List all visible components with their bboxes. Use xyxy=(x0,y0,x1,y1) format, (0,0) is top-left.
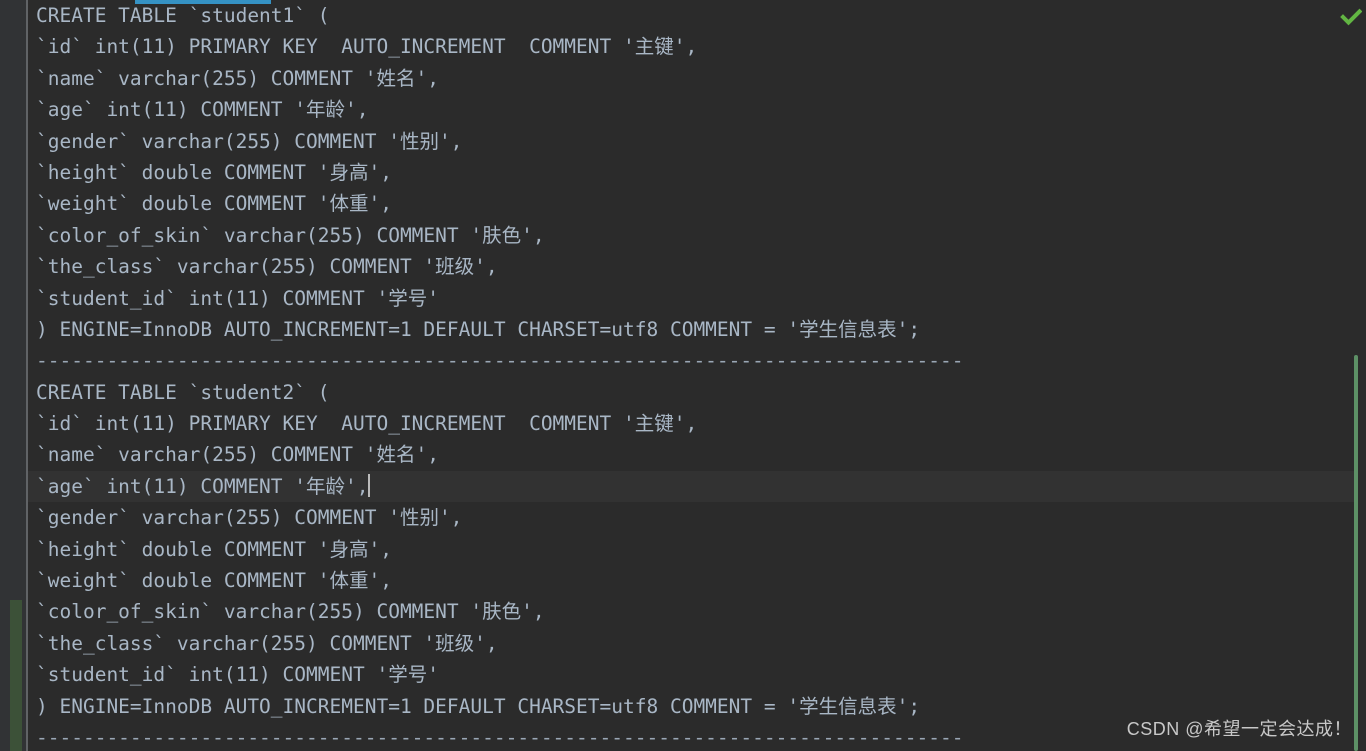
code-line-text: `age` int(11) COMMENT '年龄', xyxy=(36,474,369,498)
code-line[interactable]: `id` int(11) PRIMARY KEY AUTO_INCREMENT … xyxy=(28,31,1366,62)
code-line[interactable]: `color_of_skin` varchar(255) COMMENT '肤色… xyxy=(28,596,1366,627)
code-line[interactable]: `the_class` varchar(255) COMMENT '班级', xyxy=(28,628,1366,659)
gutter-change-marker[interactable] xyxy=(10,600,22,751)
editor-window: CREATE TABLE `student1` (`id` int(11) PR… xyxy=(0,0,1366,751)
code-line[interactable]: `weight` double COMMENT '体重', xyxy=(28,565,1366,596)
code-line[interactable]: `color_of_skin` varchar(255) COMMENT '肤色… xyxy=(28,220,1366,251)
vertical-scrollbar-track[interactable] xyxy=(1354,0,1366,751)
check-icon[interactable] xyxy=(1340,6,1363,28)
code-line[interactable]: CREATE TABLE `student1` ( xyxy=(28,0,1366,31)
code-line[interactable]: `weight` double COMMENT '体重', xyxy=(28,188,1366,219)
code-line[interactable]: `height` double COMMENT '身高', xyxy=(28,534,1366,565)
code-line[interactable]: `height` double COMMENT '身高', xyxy=(28,157,1366,188)
code-line[interactable]: ) ENGINE=InnoDB AUTO_INCREMENT=1 DEFAULT… xyxy=(28,314,1366,345)
code-line[interactable]: `age` int(11) COMMENT '年龄', xyxy=(28,470,1366,503)
code-line[interactable]: `the_class` varchar(255) COMMENT '班级', xyxy=(28,251,1366,282)
code-line[interactable]: `name` varchar(255) COMMENT '姓名', xyxy=(28,439,1366,470)
code-line[interactable]: `gender` varchar(255) COMMENT '性别', xyxy=(28,502,1366,533)
code-line[interactable]: `student_id` int(11) COMMENT '学号' xyxy=(28,659,1366,690)
code-line[interactable]: `gender` varchar(255) COMMENT '性别', xyxy=(28,126,1366,157)
code-line[interactable]: `age` int(11) COMMENT '年龄', xyxy=(28,94,1366,125)
code-line[interactable]: `name` varchar(255) COMMENT '姓名', xyxy=(28,63,1366,94)
text-caret xyxy=(367,473,370,497)
code-line[interactable]: ----------------------------------------… xyxy=(28,345,1366,376)
code-line[interactable]: `id` int(11) PRIMARY KEY AUTO_INCREMENT … xyxy=(28,408,1366,439)
code-line[interactable]: `student_id` int(11) COMMENT '学号' xyxy=(28,283,1366,314)
vertical-scrollbar-thumb[interactable] xyxy=(1354,355,1358,751)
watermark-text: CSDN @希望一定会达成！ xyxy=(1126,719,1352,739)
code-line[interactable]: CREATE TABLE `student2` ( xyxy=(28,377,1366,408)
code-editor-text-area[interactable]: CREATE TABLE `student1` (`id` int(11) PR… xyxy=(28,0,1366,751)
